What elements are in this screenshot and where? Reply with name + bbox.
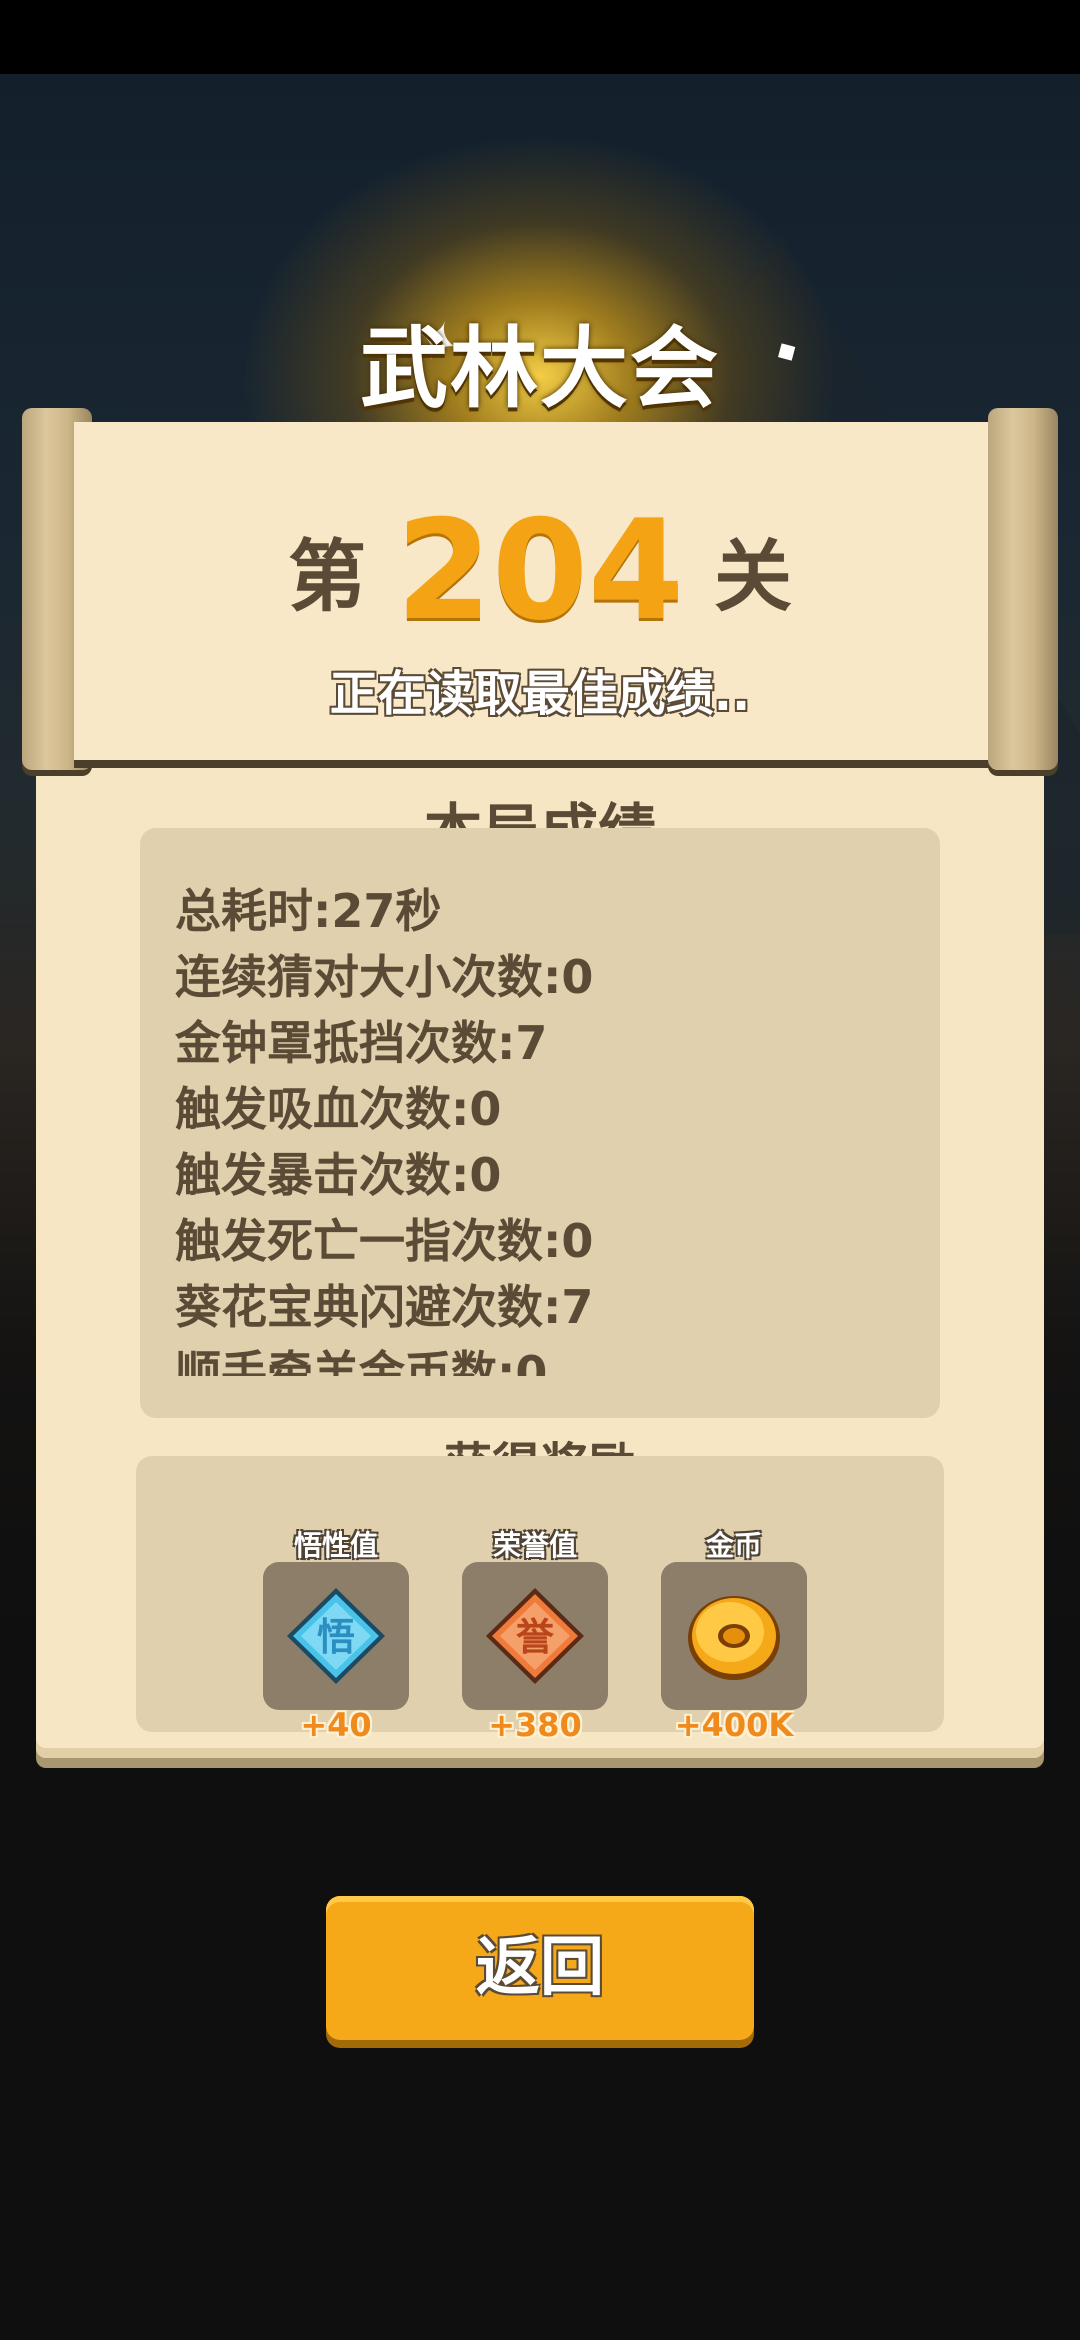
honor-diamond-icon: 誉 xyxy=(486,1588,584,1684)
back-button[interactable]: 返回 xyxy=(326,1896,754,2040)
stat-row-dodge: 葵花宝典闪避次数:7 xyxy=(175,1280,594,1334)
level-indicator: 第 204 关 xyxy=(0,490,1080,651)
level-prefix: 第 xyxy=(287,532,366,623)
reward-icon-char: 悟 xyxy=(317,1615,355,1659)
status-bar xyxy=(0,0,1080,74)
level-number: 204 xyxy=(395,490,685,651)
stat-row-guess-streak: 连续猜对大小次数:0 xyxy=(175,950,594,1004)
stat-row-total-time: 总耗时:27秒 xyxy=(175,884,442,938)
reward-icon-char: 誉 xyxy=(516,1615,555,1659)
stat-row-golden-bell-blocks: 金钟罩抵挡次数:7 xyxy=(175,1016,548,1070)
stats-list[interactable]: 总耗时:27秒 连续猜对大小次数:0 金钟罩抵挡次数:7 触发吸血次数:0 触发… xyxy=(175,878,875,1376)
stat-row-steal-gold: 顺手牵羊金币数:0 xyxy=(175,1346,548,1376)
wuxing-diamond-icon: 悟 xyxy=(287,1588,385,1684)
level-suffix: 关 xyxy=(714,532,793,623)
stat-row-death-finger: 触发死亡一指次数:0 xyxy=(175,1214,594,1268)
reward-tile: 悟 xyxy=(263,1562,409,1710)
reward-amount: +400K xyxy=(674,1706,794,1744)
reward-label: 荣誉值 xyxy=(492,1529,577,1562)
reward-label: 金币 xyxy=(705,1529,762,1562)
stat-row-lifesteal: 触发吸血次数:0 xyxy=(175,1082,502,1136)
stat-row-critical: 触发暴击次数:0 xyxy=(175,1148,502,1202)
reward-label: 悟性值 xyxy=(293,1529,378,1562)
loading-best-score-text: 正在读取最佳成绩.. xyxy=(329,666,751,722)
reward-tile xyxy=(661,1562,807,1710)
reward-tile: 誉 xyxy=(462,1562,608,1710)
reward-amount: +380 xyxy=(488,1706,582,1744)
gold-coin-icon xyxy=(688,1596,780,1680)
reward-amount: +40 xyxy=(300,1706,372,1744)
event-title: 武林大会 xyxy=(359,317,720,420)
